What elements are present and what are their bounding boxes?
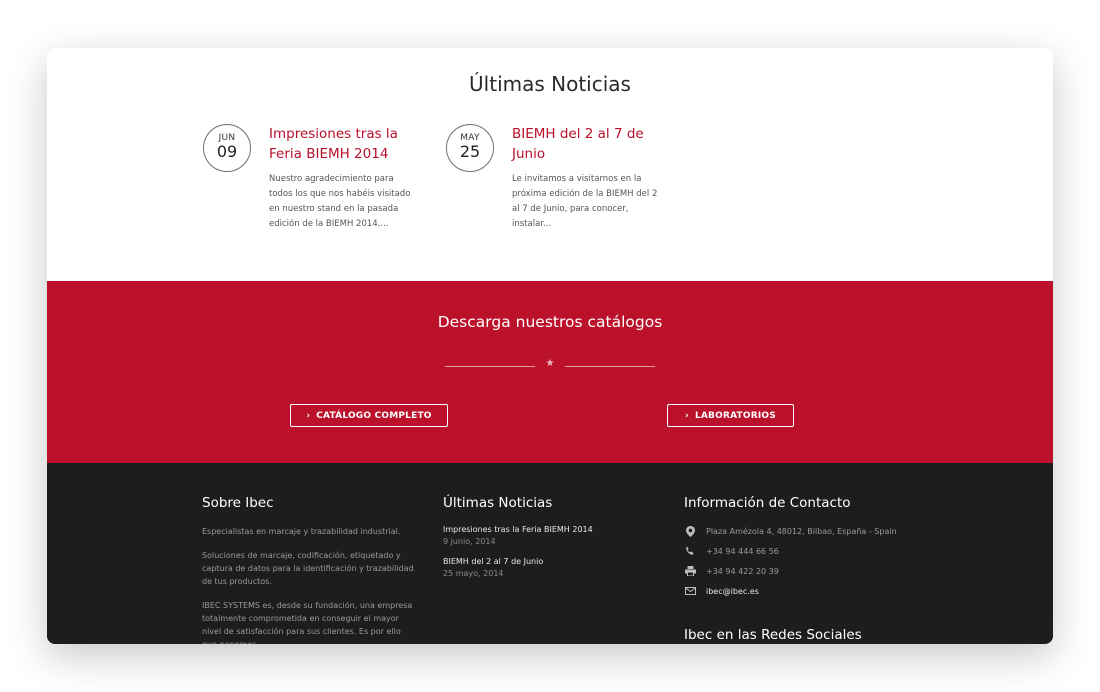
footer-news-date: 9 junio, 2014	[443, 537, 496, 546]
catalog-download-section: Descarga nuestros catálogos ★ › CATÁLOGO…	[47, 281, 1053, 463]
social-networks-title: Ibec en las Redes Sociales	[684, 627, 862, 643]
footer-about-column: Sobre Ibec Especialistas en marcaje y tr…	[202, 495, 422, 644]
footer-news-link[interactable]: BIEMH del 2 al 7 de Junio	[443, 557, 643, 566]
contact-phone: +34 94 444 66 56	[684, 545, 779, 557]
post-title-link[interactable]: Impresiones tras la Feria BIEMH 2014	[269, 124, 419, 164]
post-date-day: 25	[459, 142, 481, 161]
contact-fax-text: +34 94 422 20 39	[706, 566, 779, 576]
footer-news-date: 25 mayo, 2014	[443, 569, 504, 578]
divider-line	[565, 366, 655, 367]
footer-contact-title: Información de Contacto	[684, 495, 851, 511]
divider-line	[445, 366, 535, 367]
footer-contact-column: Información de Contacto Plaza Amézola 4,…	[684, 495, 944, 644]
post-date-badge: JUN 09	[203, 124, 251, 172]
envelope-icon	[684, 585, 696, 597]
latest-news-title: Últimas Noticias	[469, 72, 631, 96]
post-excerpt: Nuestro agradecimiento para todos los qu…	[269, 174, 411, 229]
about-paragraph: IBEC SYSTEMS es, desde su fundación, una…	[202, 601, 413, 644]
contact-email: ibec@ibec.es	[684, 585, 759, 597]
post-date-badge: MAY 25	[446, 124, 494, 172]
full-catalog-button-label: CATÁLOGO COMPLETO	[316, 410, 432, 421]
contact-address: Plaza Amézola 4, 48012, Bilbao, España -…	[684, 525, 897, 537]
phone-icon	[684, 545, 696, 557]
star-icon: ★	[545, 358, 555, 369]
footer-about-title: Sobre Ibec	[202, 495, 274, 511]
contact-email-link[interactable]: ibec@ibec.es	[706, 587, 759, 596]
laboratories-button-label: LABORATORIOS	[694, 410, 776, 421]
full-catalog-button[interactable]: › CATÁLOGO COMPLETO	[290, 404, 448, 427]
contact-fax: +34 94 422 20 39	[684, 565, 779, 577]
footer-news-item: Impresiones tras la Feria BIEMH 2014 9 j…	[443, 525, 643, 546]
chevron-right-icon: ›	[685, 410, 689, 421]
footer-news-title: Últimas Noticias	[443, 495, 553, 511]
about-paragraph: Soluciones de marcaje, codificación, eti…	[202, 551, 414, 586]
site-footer: Sobre Ibec Especialistas en marcaje y tr…	[47, 463, 1053, 644]
catalog-title: Descarga nuestros catálogos	[437, 313, 663, 331]
printer-icon	[684, 565, 696, 577]
latest-news-section: Últimas Noticias JUN 09 Impresiones tras…	[47, 48, 1053, 281]
laboratories-catalog-button[interactable]: › LABORATORIOS	[667, 404, 794, 427]
star-divider: ★	[445, 358, 655, 372]
about-paragraph: Especialistas en marcaje y trazabilidad …	[202, 527, 401, 536]
post-excerpt: Le invitamos a visitarnos en la próxima …	[512, 174, 658, 229]
contact-phone-text: +34 94 444 66 56	[706, 546, 779, 556]
map-marker-icon	[684, 525, 696, 537]
footer-news-column: Últimas Noticias Impresiones tras la Fer…	[443, 495, 643, 578]
contact-address-text: Plaza Amézola 4, 48012, Bilbao, España -…	[706, 526, 897, 536]
browser-page: Últimas Noticias JUN 09 Impresiones tras…	[47, 48, 1053, 644]
footer-news-item: BIEMH del 2 al 7 de Junio 25 mayo, 2014	[443, 557, 643, 578]
footer-news-link[interactable]: Impresiones tras la Feria BIEMH 2014	[443, 525, 643, 534]
chevron-right-icon: ›	[306, 410, 311, 421]
post-title-link[interactable]: BIEMH del 2 al 7 de Junio	[512, 124, 662, 164]
post-date-day: 09	[216, 142, 238, 161]
